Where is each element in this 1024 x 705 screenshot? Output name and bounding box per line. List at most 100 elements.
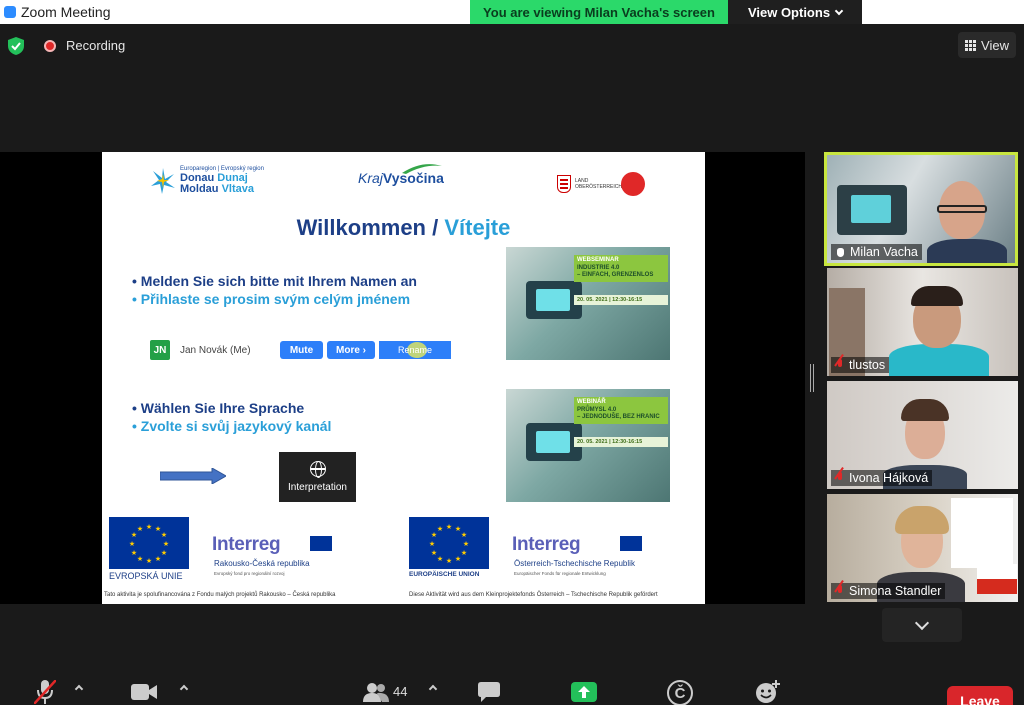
eu-label-de: EUROPÄISCHE UNION — [409, 571, 480, 578]
recording-icon — [44, 40, 56, 52]
svg-text:★: ★ — [137, 525, 143, 533]
svg-text:★: ★ — [161, 549, 167, 557]
mic-muted-icon[interactable] — [34, 680, 56, 704]
webinar-title2-de: – EINFACH, GRENZENLOS — [577, 272, 654, 278]
participant-name: Milan Vacha — [850, 245, 918, 259]
bullet-language-cs: • Zvolte si svůj jazykový kanál — [132, 418, 332, 434]
arrow-right-icon — [160, 468, 226, 484]
svg-text:★: ★ — [431, 549, 437, 557]
webinar-kind-cs: WEBINÁŘ — [577, 399, 606, 405]
svg-text:★: ★ — [146, 557, 152, 565]
panel-splitter-handle[interactable] — [810, 364, 814, 392]
participant-name-tag: tlustos — [831, 357, 890, 373]
reactions-icon[interactable] — [755, 680, 781, 704]
participants-count: 44 — [393, 684, 408, 699]
donau-dunaj-logo: Europaregion | Evropský region Donau Dun… — [150, 166, 264, 196]
interreg-right-sub: Österreich-Tschechische Republik — [514, 559, 635, 568]
footnote-de: Diese Aktivität wird aus dem Kleinprojek… — [409, 592, 658, 598]
mic-muted-icon — [835, 584, 845, 598]
webinar-tag-de: WEBSEMINAR INDUSTRIE 4.0 – EINFACH, GREN… — [574, 255, 668, 282]
shared-screen[interactable]: Europaregion | Evropský region Donau Dun… — [0, 152, 805, 604]
donau-star-icon — [151, 168, 175, 194]
participants-icon[interactable] — [363, 682, 389, 702]
grid-icon — [965, 39, 977, 51]
participant-tile-simona-standler[interactable]: Simona Standler — [827, 494, 1018, 602]
interreg-right-sub2: Europäischer Fonds für regionale Entwick… — [514, 571, 606, 576]
vysocina-swoosh-icon — [402, 164, 442, 174]
footnote-cs: Tato aktivita je spolufinancována z Fond… — [104, 592, 336, 598]
bullet-register-cs: • Přihlaste se prosim svým celým jménem — [132, 291, 411, 307]
title-cs: Vítejte — [444, 215, 511, 240]
participants-options-caret-icon[interactable] — [428, 684, 438, 694]
tablet-screen-image-2 — [536, 431, 570, 453]
participant-name-tag: Simona Standler — [831, 583, 946, 599]
demo-rename-label: Rename — [397, 345, 433, 355]
vysocina-text-a: Kraj — [358, 170, 383, 186]
svg-text:★: ★ — [131, 549, 137, 557]
svg-text:★: ★ — [163, 540, 169, 548]
meeting-top-bar: Recording View — [0, 24, 1024, 66]
svg-text:★: ★ — [461, 549, 467, 557]
mic-muted-icon — [835, 471, 845, 485]
title-de: Willkommen / — [296, 215, 439, 240]
svg-text:★: ★ — [155, 555, 161, 563]
interreg-left-sub: Rakousko-Česká republika — [214, 559, 310, 568]
participant-name-tag: Milan Vacha — [831, 244, 922, 260]
rename-demo: JN Jan Novák (Me) Mute More › Rename — [150, 338, 451, 362]
webinar-title1-cs: PRŮMYSL 4.0 — [577, 406, 617, 413]
svg-text:★: ★ — [161, 531, 167, 539]
participant-tile-ivona-hajkova[interactable]: Ivona Hájková — [827, 381, 1018, 489]
logo-text-moldau: Moldau — [180, 183, 219, 196]
interreg-left-sub2: Evropský fond pro regionální rozvoj — [214, 571, 285, 576]
security-shield-icon[interactable] — [8, 37, 24, 55]
video-icon[interactable] — [131, 684, 157, 700]
webinar-thumbnail-de: WEBSEMINAR INDUSTRIE 4.0 – EINFACH, GREN… — [506, 247, 670, 360]
bullet-language-de: • Wählen Sie Ihre Sprache — [132, 400, 305, 416]
view-options-button[interactable]: View Options — [728, 0, 862, 24]
chevron-down-icon — [834, 6, 844, 15]
raised-hand-icon — [835, 246, 846, 258]
kraj-vysocina-logo: KrajVysočina — [358, 164, 444, 186]
webinar-title2-cs: – JEDNODUŠE, BEZ HRANIC — [577, 414, 660, 420]
rollup-banner-image — [951, 498, 1013, 568]
share-screen-icon[interactable] — [571, 682, 597, 702]
interreg-logo-right: Interreg — [512, 534, 581, 555]
svg-text:★: ★ — [446, 523, 452, 531]
viewing-banner: You are viewing Milan Vacha's screen Vie… — [470, 0, 862, 24]
webinar-kind-de: WEBSEMINAR — [577, 257, 619, 263]
chevron-down-icon — [914, 615, 930, 631]
participant-name: tlustos — [849, 358, 886, 372]
interpretation-button-demo: Interpretation — [279, 452, 356, 502]
oberoesterreich-logo: LAND OBERÖSTERREICH — [557, 172, 645, 196]
red-circle-logo-icon — [621, 172, 645, 196]
audio-options-caret-icon[interactable] — [74, 684, 84, 694]
participant-tile-tlustos[interactable]: tlustos — [827, 268, 1018, 376]
captions-icon[interactable]: Č — [667, 680, 693, 705]
demo-mute-button: Mute — [280, 341, 323, 359]
hair-image — [911, 286, 963, 306]
recording-label: Recording — [66, 38, 126, 53]
leave-button[interactable]: Leave — [947, 686, 1013, 705]
chat-icon[interactable] — [478, 682, 500, 702]
svg-text:★: ★ — [455, 555, 461, 563]
svg-text:★: ★ — [429, 540, 435, 548]
view-button[interactable]: View — [958, 32, 1016, 58]
eu-label-cs: EVROPSKÁ UNIE — [109, 571, 183, 581]
participant-tile-milan-vacha[interactable]: Milan Vacha — [824, 152, 1018, 266]
webinar-tag-cs: WEBINÁŘ PRŮMYSL 4.0 – JEDNODUŠE, BEZ HRA… — [574, 397, 668, 424]
bullet-register-de: • Melden Sie sich bitte mit Ihrem Namen … — [132, 273, 417, 289]
slide-title: Willkommen / Vítejte — [102, 215, 705, 241]
logo-text-dunaj: Dunaj — [217, 171, 248, 184]
logo-text-donau: Donau — [180, 171, 215, 184]
webinar-date-de: 20. 05. 2021 | 12:30-16:15 — [574, 295, 668, 305]
mini-eu-flag-icon-2 — [620, 536, 642, 551]
glasses-image — [937, 205, 987, 213]
mic-muted-icon — [835, 358, 845, 372]
window-title: Zoom Meeting — [21, 4, 111, 20]
demo-more-button: More › — [327, 341, 375, 359]
video-options-caret-icon[interactable] — [179, 684, 189, 694]
scroll-participants-down-button[interactable] — [882, 608, 962, 642]
hair-image — [901, 399, 949, 421]
crest-icon — [557, 175, 571, 193]
tablet-background-screen — [851, 195, 891, 223]
